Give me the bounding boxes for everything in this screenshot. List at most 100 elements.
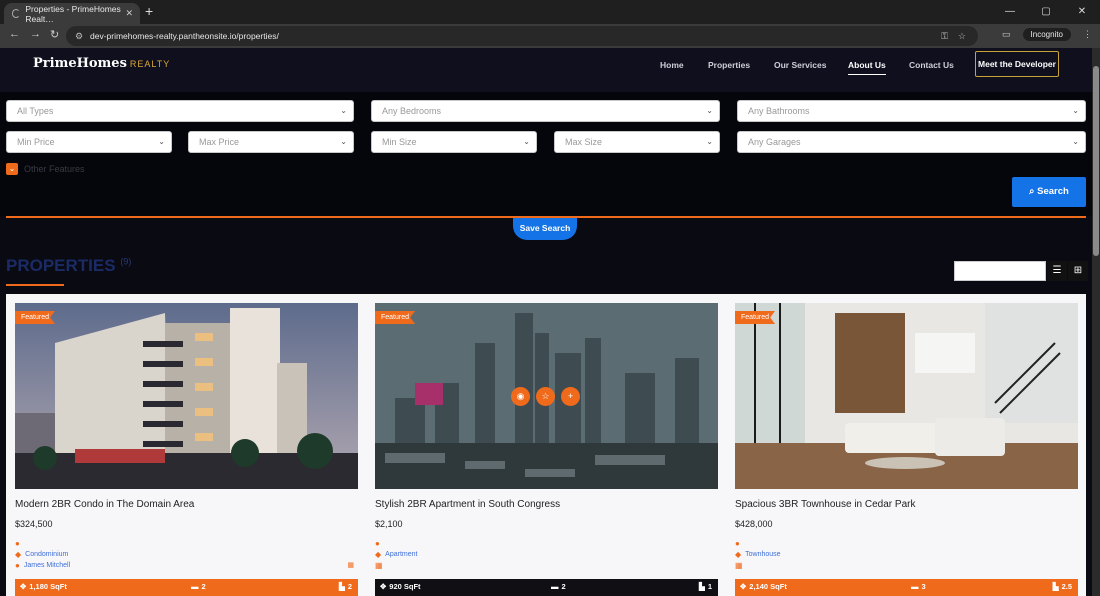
- site-logo[interactable]: PrimeHomes REALTY: [33, 56, 170, 71]
- max-size-select[interactable]: Max Size ⌄: [554, 131, 720, 153]
- nav-about-us[interactable]: About Us: [848, 60, 886, 75]
- featured-badge: Featured: [735, 311, 776, 324]
- plus-icon[interactable]: +: [561, 387, 580, 406]
- address-bar[interactable]: ⚙ dev-primehomes-realty.pantheonsite.io/…: [66, 26, 978, 46]
- area-value: 2,140 SqFt: [749, 582, 787, 591]
- address-row: ●: [735, 539, 740, 548]
- favorite-star-icon[interactable]: ☆: [536, 387, 555, 406]
- min-size-select[interactable]: Min Size ⌄: [371, 131, 537, 153]
- townhouse-interior-image: [735, 303, 1078, 489]
- date-row: ▦: [735, 561, 743, 570]
- nav-properties[interactable]: Properties: [708, 60, 750, 70]
- chevron-down-icon: ⌄: [1072, 106, 1079, 115]
- address-row: ●: [15, 539, 20, 548]
- nav-our-services[interactable]: Our Services: [774, 60, 826, 70]
- grid-view-icon[interactable]: ⊞: [1068, 261, 1088, 281]
- reload-icon[interactable]: ↻: [50, 28, 59, 41]
- beds-value: 2: [201, 582, 206, 591]
- page-scrollbar[interactable]: [1092, 48, 1100, 596]
- save-search-button[interactable]: Save Search: [513, 218, 577, 240]
- property-card[interactable]: Featured Spacious 3BR Townhouse in Cedar…: [735, 303, 1078, 596]
- type-row: ◆ Townhouse: [735, 550, 781, 559]
- other-features-toggle[interactable]: ⌄ Other Features: [6, 163, 85, 175]
- minimize-icon[interactable]: —: [992, 0, 1028, 24]
- chevron-down-icon: ⌄: [1072, 137, 1079, 146]
- map-pin-icon: ●: [375, 539, 380, 548]
- condo-building-image: [15, 303, 358, 489]
- forward-icon[interactable]: →: [30, 28, 41, 40]
- chevron-down-icon: ⌄: [523, 137, 530, 146]
- agent-link[interactable]: James Mitchell: [24, 562, 70, 569]
- nav-contact-us[interactable]: Contact Us: [909, 60, 954, 70]
- min-price-select[interactable]: Min Price ⌄: [6, 131, 172, 153]
- property-type-link[interactable]: Apartment: [385, 551, 417, 558]
- tab-title: Properties - PrimeHomes Realt…: [25, 3, 121, 24]
- property-card[interactable]: Featured ◉ ☆ + Stylish 2BR Apartment in …: [375, 303, 718, 596]
- password-key-icon[interactable]: ⚿: [941, 26, 948, 46]
- maximize-icon[interactable]: ▢: [1028, 0, 1064, 24]
- calendar-icon: ▦: [735, 561, 743, 570]
- type-row: ◆ Apartment: [375, 550, 417, 559]
- browser-toolbar: ← → ↻ ⚙ dev-primehomes-realty.pantheonsi…: [0, 24, 1100, 48]
- baths-value: 2.5: [1061, 582, 1072, 591]
- type-select[interactable]: All Types ⌄: [6, 100, 354, 122]
- featured-badge: Featured: [375, 311, 416, 324]
- garages-select[interactable]: Any Garages ⌄: [737, 131, 1086, 153]
- area-value: 920 SqFt: [389, 582, 421, 591]
- camera-icon[interactable]: ◉: [511, 387, 530, 406]
- scrollbar-thumb[interactable]: [1093, 66, 1099, 256]
- property-type-link[interactable]: Condominium: [25, 551, 68, 558]
- incognito-indicator[interactable]: Incognito: [1022, 28, 1071, 41]
- site-header: PrimeHomes REALTY Home Properties Our Ser…: [0, 48, 1092, 92]
- address-row: ●: [375, 539, 380, 548]
- bedrooms-select[interactable]: Any Bedrooms ⌄: [371, 100, 720, 122]
- bath-icon: ▙: [1052, 582, 1059, 591]
- site-info-icon[interactable]: ⚙: [75, 26, 83, 46]
- area-value: 1,180 SqFt: [29, 582, 67, 591]
- new-tab-button[interactable]: +: [145, 3, 153, 19]
- bed-icon: ▬: [191, 582, 199, 591]
- menu-kebab-icon[interactable]: ⋮: [1083, 29, 1092, 40]
- chevron-down-icon: ⌄: [6, 163, 18, 175]
- max-price-select[interactable]: Max Price ⌄: [188, 131, 354, 153]
- property-card[interactable]: Featured Modern 2BR Condo in The Domain …: [15, 303, 358, 596]
- property-title[interactable]: Stylish 2BR Apartment in South Congress: [375, 499, 560, 510]
- property-type-link[interactable]: Townhouse: [745, 551, 780, 558]
- property-stats: ✥ 920 SqFt ▬ 2 ▙ 1: [375, 579, 718, 596]
- property-photo[interactable]: Featured: [735, 303, 1078, 489]
- tab-close-icon[interactable]: ✕: [125, 8, 133, 19]
- meet-developer-button[interactable]: Meet the Developer: [975, 51, 1059, 77]
- page-viewport: PrimeHomes REALTY Home Properties Our Ser…: [0, 48, 1092, 596]
- sort-select[interactable]: [954, 261, 1046, 281]
- chevron-down-icon: ⌄: [340, 106, 347, 115]
- close-window-icon[interactable]: ✕: [1064, 0, 1100, 24]
- calendar-icon: ▦: [375, 561, 383, 570]
- list-view-icon[interactable]: ☰: [1047, 261, 1067, 281]
- bathrooms-select[interactable]: Any Bathrooms ⌄: [737, 100, 1086, 122]
- back-icon[interactable]: ←: [9, 28, 20, 40]
- area-icon: ✥: [740, 582, 747, 591]
- nav-home[interactable]: Home: [660, 60, 684, 70]
- search-icon: ⌕: [1029, 186, 1035, 197]
- url-text: dev-primehomes-realty.pantheonsite.io/pr…: [90, 31, 279, 41]
- cast-icon[interactable]: ▭: [1002, 29, 1011, 40]
- photo-actions: ◉ ☆ +: [511, 387, 580, 406]
- tag-icon: ◆: [375, 550, 382, 559]
- tag-icon: ◆: [15, 550, 22, 559]
- browser-tab[interactable]: Properties - PrimeHomes Realt… ✕: [4, 3, 140, 24]
- user-icon: ●: [15, 561, 20, 570]
- bed-icon: ▬: [911, 582, 919, 591]
- search-button[interactable]: ⌕ Search: [1012, 177, 1086, 207]
- property-title[interactable]: Spacious 3BR Townhouse in Cedar Park: [735, 499, 915, 510]
- type-row: ◆ Condominium: [15, 550, 68, 559]
- logo-sub: REALTY: [129, 59, 171, 69]
- property-title[interactable]: Modern 2BR Condo in The Domain Area: [15, 499, 194, 510]
- date-row: ▦: [375, 561, 383, 570]
- bookmark-star-icon[interactable]: ☆: [958, 26, 966, 46]
- property-photo[interactable]: Featured: [15, 303, 358, 489]
- property-stats: ✥ 1,180 SqFt ▬ 2 ▙ 2: [15, 579, 358, 596]
- property-price: $324,500: [15, 519, 53, 529]
- property-photo[interactable]: Featured ◉ ☆ +: [375, 303, 718, 489]
- logo-main: PrimeHomes: [33, 56, 127, 71]
- area-icon: ✥: [20, 582, 27, 591]
